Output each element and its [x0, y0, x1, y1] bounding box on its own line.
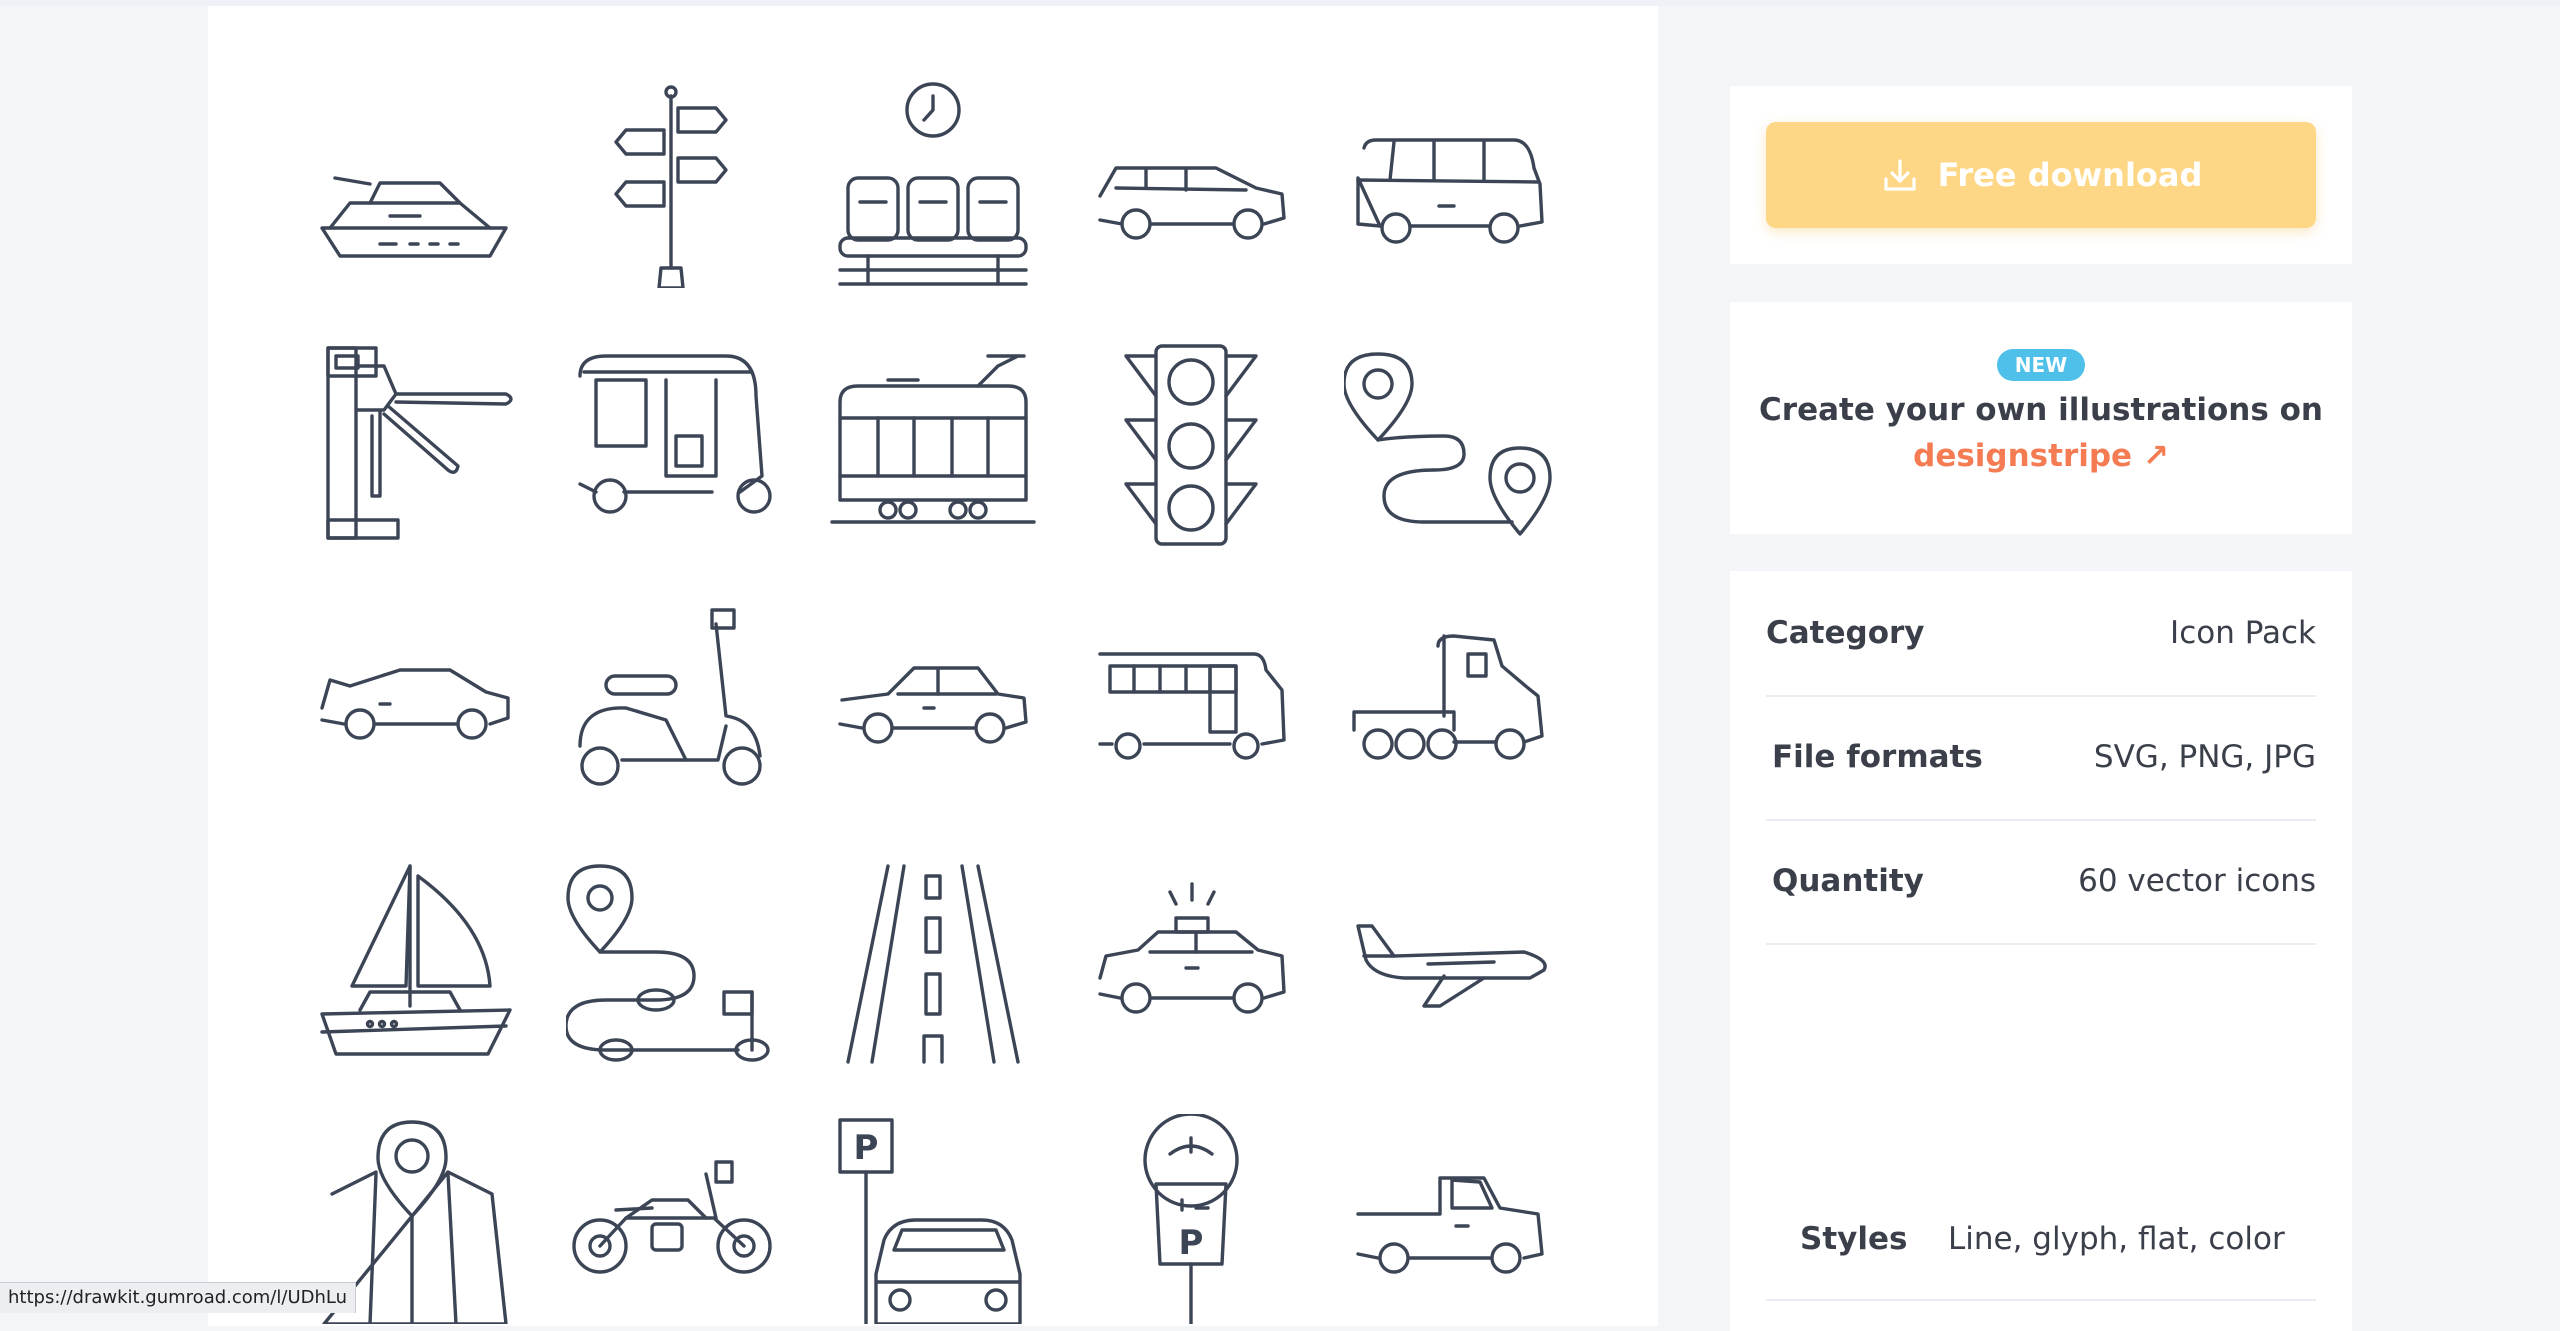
airplane-icon	[1344, 856, 1554, 1066]
download-icon	[1883, 159, 1916, 191]
suv-icon	[1086, 78, 1296, 288]
download-card: Free download	[1730, 86, 2352, 264]
promo-text: Create your own illustrations on	[1759, 392, 2323, 428]
divider	[1766, 1299, 2316, 1301]
van-icon	[1344, 78, 1554, 288]
road-icon	[828, 856, 1038, 1066]
yacht-icon	[310, 78, 520, 288]
traffic-light-icon	[1086, 336, 1296, 546]
route-icon	[1344, 336, 1554, 546]
waiting-seats-icon	[828, 78, 1038, 288]
bus-icon	[1086, 596, 1296, 806]
tram-icon	[828, 336, 1038, 546]
detail-label: Category	[1766, 615, 1925, 651]
parking-meter-icon: P	[1086, 1114, 1296, 1324]
details-card: Category Icon Pack File formats SVG, PNG…	[1730, 571, 2352, 1331]
designstripe-link[interactable]: designstripe ↗	[1730, 438, 2352, 474]
detail-label: Quantity	[1772, 863, 1924, 899]
styles-label: Styles	[1800, 1221, 1908, 1257]
route-flag-icon	[566, 856, 776, 1066]
free-download-button[interactable]: Free download	[1766, 122, 2316, 228]
signpost-icon	[566, 78, 776, 288]
new-badge: NEW	[1997, 349, 2085, 381]
pickup-truck-icon	[1344, 1114, 1554, 1324]
semi-truck-icon	[1344, 596, 1554, 806]
detail-row-category: Category Icon Pack	[1766, 571, 2316, 697]
sailboat-icon	[310, 856, 520, 1066]
sports-car-icon	[310, 596, 520, 806]
parking-icon: P	[828, 1114, 1038, 1324]
taxi-icon	[1086, 856, 1296, 1066]
tuk-tuk-icon	[566, 336, 776, 546]
turnstile-icon	[310, 336, 520, 546]
detail-row-quantity: Quantity 60 vector icons	[1766, 819, 2316, 945]
motorcycle-icon	[566, 1114, 776, 1324]
detail-row-file-formats: File formats SVG, PNG, JPG	[1766, 695, 2316, 821]
product-preview: P P	[208, 6, 1658, 1326]
promo-card: NEW Create your own illustrations on des…	[1730, 302, 2352, 534]
parking-letter: P	[854, 1128, 879, 1168]
sedan-icon	[828, 596, 1038, 806]
detail-value: 60 vector icons	[2078, 863, 2316, 899]
styles-value: Line, glyph, flat, color	[1948, 1221, 2285, 1257]
meter-letter: P	[1179, 1223, 1204, 1263]
detail-value: SVG, PNG, JPG	[2093, 739, 2316, 775]
status-bar-url: https://drawkit.gumroad.com/l/UDhLu	[0, 1282, 357, 1313]
detail-label: File formats	[1772, 739, 1983, 775]
scooter-icon	[566, 596, 776, 806]
free-download-label: Free download	[1937, 156, 2203, 194]
detail-value: Icon Pack	[2170, 615, 2316, 651]
